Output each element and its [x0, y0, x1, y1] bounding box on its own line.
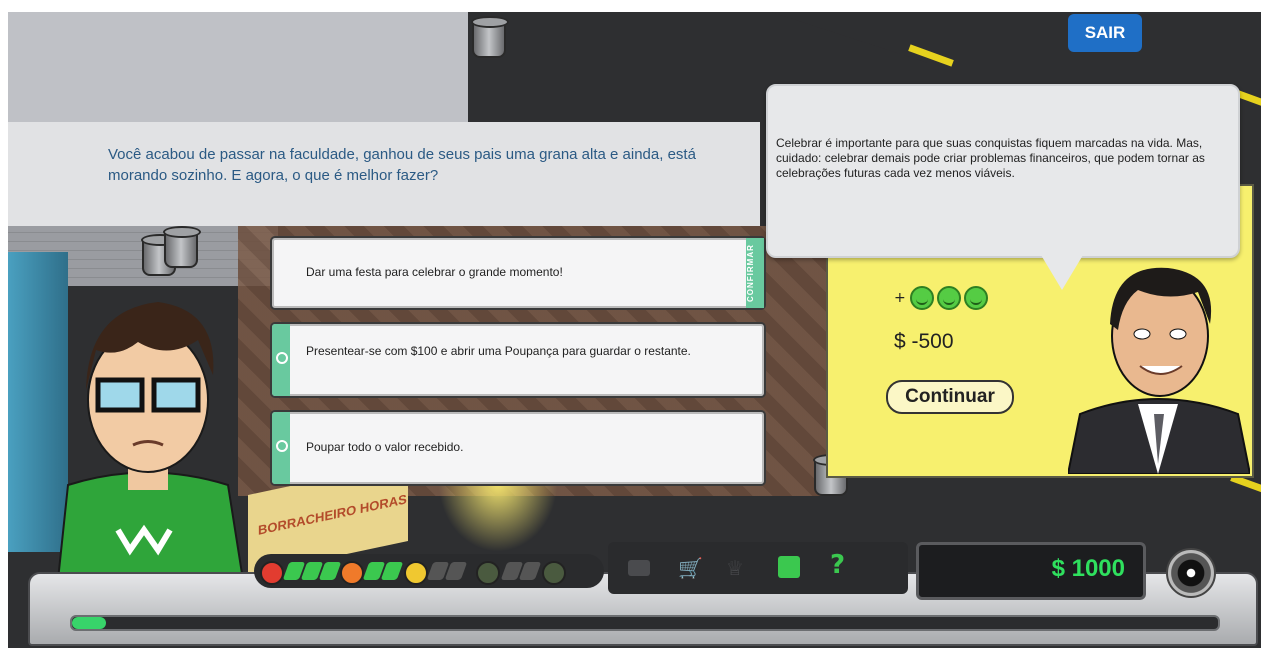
- balance-display: $ 1000: [916, 542, 1146, 600]
- game-progress-fill: [72, 617, 107, 629]
- speech-bubble-tail: [1038, 250, 1086, 290]
- smiley-icon: [910, 286, 935, 310]
- hud-icon-bar: 🛒 ♕ ?: [608, 542, 908, 594]
- option-radio-tab[interactable]: [272, 324, 290, 396]
- shop-sign-text: BORRACHEIRO HORAS: [258, 491, 407, 538]
- game-progress-track: [70, 615, 1220, 631]
- sad-face-icon: [260, 561, 284, 585]
- happy-face-icon: [476, 561, 500, 585]
- trophy-icon[interactable]: ♕: [726, 556, 744, 580]
- game-scene: BORRACHEIRO HORAS Você acabou de passar …: [8, 12, 1261, 648]
- advisor-character: [1066, 254, 1252, 475]
- neutral-face-icon: [340, 561, 364, 585]
- answer-option-2[interactable]: Presentear-se com $100 e abrir uma Poupa…: [270, 322, 766, 398]
- save-icon[interactable]: [778, 556, 800, 578]
- radio-circle-icon: [276, 352, 288, 364]
- content-face-icon: [404, 561, 428, 585]
- trash-can: [471, 16, 509, 58]
- tv-icon[interactable]: [628, 560, 650, 576]
- confirm-button[interactable]: CONFIRMAR: [746, 238, 764, 308]
- music-disc-icon[interactable]: [1166, 548, 1216, 598]
- answer-option-label: Presentear-se com $100 e abrir uma Poupa…: [306, 344, 691, 358]
- cart-icon[interactable]: 🛒: [678, 556, 703, 580]
- balance-amount: $ 1000: [1051, 555, 1125, 582]
- answer-option-1[interactable]: Dar uma festa para celebrar o grande mom…: [270, 236, 766, 310]
- very-happy-face-icon: [542, 561, 566, 585]
- answer-option-label: Dar uma festa para celebrar o grande mom…: [306, 265, 563, 279]
- trash-can: [163, 226, 201, 268]
- smiley-icon: [964, 286, 989, 310]
- advisor-speech-bubble: Celebrar é importante para que suas conq…: [766, 84, 1240, 258]
- money-change: $ -500: [894, 330, 954, 353]
- rooftop-left: [8, 12, 468, 122]
- radio-circle-icon: [276, 440, 288, 452]
- player-character: [48, 280, 248, 581]
- happiness-change: +: [894, 286, 991, 310]
- continue-button[interactable]: Continuar: [886, 380, 1014, 414]
- happiness-prefix: +: [894, 290, 906, 306]
- mood-meter: [254, 554, 604, 588]
- option-radio-tab[interactable]: [272, 412, 290, 484]
- answer-option-3[interactable]: Poupar todo o valor recebido.: [270, 410, 766, 486]
- lamp-light: [438, 482, 558, 552]
- question-panel: Você acabou de passar na faculdade, ganh…: [8, 122, 760, 226]
- smiley-icon: [937, 286, 962, 310]
- question-text: Você acabou de passar na faculdade, ganh…: [108, 146, 696, 184]
- feedback-text: Celebrar é importante para que suas conq…: [776, 136, 1205, 180]
- answer-option-label: Poupar todo o valor recebido.: [306, 440, 464, 454]
- help-icon[interactable]: ?: [830, 550, 845, 580]
- exit-button[interactable]: SAIR: [1068, 14, 1142, 52]
